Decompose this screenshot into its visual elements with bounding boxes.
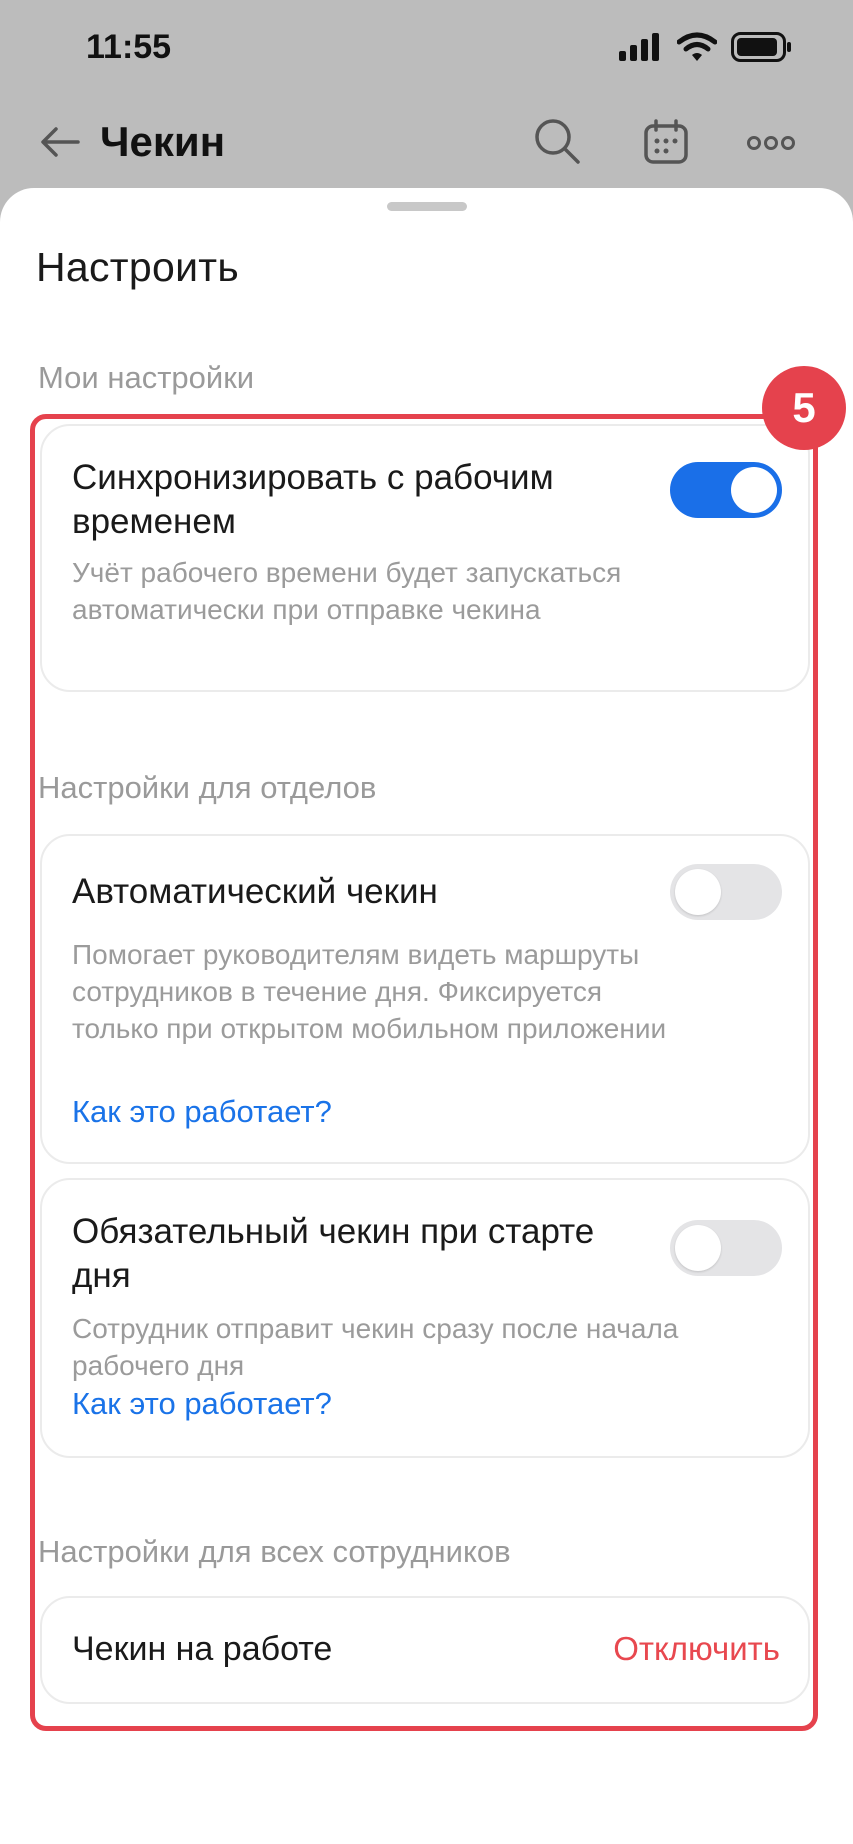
status-icons xyxy=(619,32,793,62)
signal-icon xyxy=(619,33,659,61)
toggle-knob xyxy=(675,869,721,915)
search-icon[interactable] xyxy=(532,116,582,166)
auto-checkin-how-it-works-link[interactable]: Как это работает? xyxy=(72,1094,332,1130)
section-label-department-settings: Настройки для отделов xyxy=(38,770,377,805)
settings-sheet: Настроить Мои настройки Синхронизировать… xyxy=(0,188,853,1844)
back-arrow-icon[interactable] xyxy=(38,120,82,164)
checkin-at-work-row: Чекин на работе Отключить xyxy=(40,1596,810,1704)
sync-worktime-toggle[interactable] xyxy=(670,462,782,518)
toggle-knob xyxy=(731,467,777,513)
auto-checkin-toggle[interactable] xyxy=(670,864,782,920)
toggle-knob xyxy=(675,1225,721,1271)
required-checkin-toggle[interactable] xyxy=(670,1220,782,1276)
sheet-drag-handle[interactable] xyxy=(387,202,467,211)
calendar-icon[interactable] xyxy=(642,118,690,166)
app-header: Чекин xyxy=(0,100,853,190)
status-bar: 11:55 xyxy=(0,0,853,100)
auto-checkin-description: Помогает руководителям видеть маршруты с… xyxy=(72,939,667,1044)
auto-checkin-card: Автоматический чекин Помогает руководите… xyxy=(40,834,810,1164)
required-checkin-description: Сотрудник отправит чекин сразу после нач… xyxy=(72,1313,679,1381)
required-checkin-how-it-works-link[interactable]: Как это работает? xyxy=(72,1386,332,1422)
disable-checkin-at-work-button[interactable]: Отключить xyxy=(613,1630,780,1668)
sync-worktime-card: Синхронизировать с рабочим временем Учёт… xyxy=(40,424,810,692)
more-icon[interactable] xyxy=(746,128,796,158)
status-time: 11:55 xyxy=(86,28,172,66)
page-title: Чекин xyxy=(100,118,226,165)
required-checkin-card: Обязательный чекин при старте дня Сотруд… xyxy=(40,1178,810,1458)
sync-worktime-title: Синхронизировать с рабочим временем xyxy=(72,458,554,541)
required-checkin-title: Обязательный чекин при старте дня xyxy=(72,1212,595,1295)
sheet-title: Настроить xyxy=(36,244,240,290)
section-label-my-settings: Мои настройки xyxy=(38,360,255,395)
section-label-all-employees: Настройки для всех сотрудников xyxy=(38,1534,511,1569)
step-number-badge: 5 xyxy=(762,366,846,450)
checkin-at-work-label: Чекин на работе xyxy=(72,1630,333,1668)
sync-worktime-description: Учёт рабочего времени будет запускаться … xyxy=(72,557,622,625)
auto-checkin-title: Автоматический чекин xyxy=(72,872,438,911)
wifi-icon xyxy=(677,32,717,61)
battery-icon xyxy=(731,32,791,62)
